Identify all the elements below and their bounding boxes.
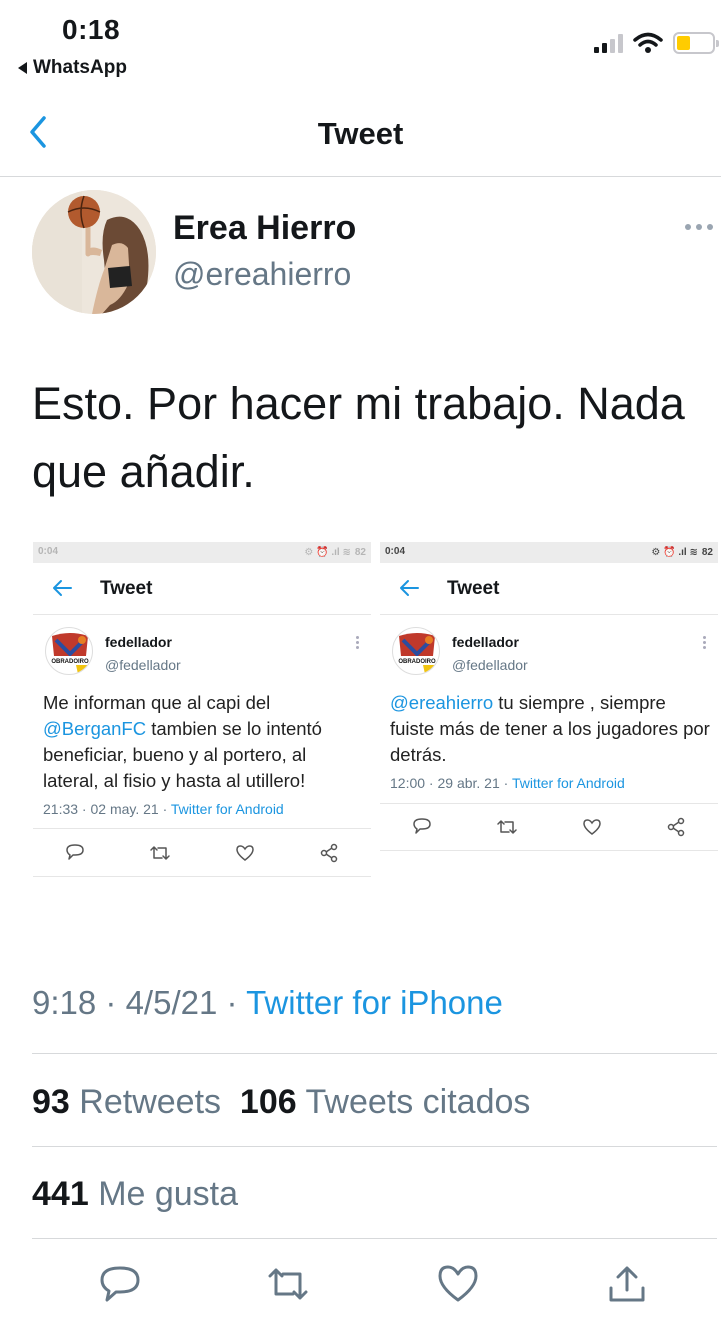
embedded-actions: [380, 810, 718, 844]
tweet-time: 9:18: [32, 984, 97, 1021]
embedded-status-bar: 0:04 ⚙ ⏰ .ıl ≋ 82: [380, 542, 718, 563]
embedded-tweet-text: Me informan que al capi del @BerganFC ta…: [43, 692, 322, 791]
embedded-author-handle: @fedellador: [452, 657, 528, 673]
embedded-more-icon: [703, 636, 706, 649]
meta-separator: ·: [226, 984, 238, 1021]
embedded-author-handle: @fedellador: [105, 657, 181, 673]
svg-text:OBRADOIRO: OBRADOIRO: [51, 659, 89, 665]
embedded-status-time: 0:04: [385, 546, 406, 557]
embedded-screenshot-1[interactable]: 0:04 ⚙ ⏰ .ıl ≋ 82 Tweet OBRADOIRO fedell…: [33, 542, 371, 878]
reply-icon: [66, 844, 84, 860]
embedded-battery: 82: [354, 547, 366, 558]
tweet-source-link[interactable]: Twitter for iPhone: [246, 984, 503, 1021]
tweet-timestamp: 9:18 · 4/5/21 · Twitter for iPhone: [32, 984, 503, 1022]
avatar[interactable]: [32, 190, 156, 314]
embedded-title: Tweet: [447, 578, 500, 599]
share-icon: [320, 843, 338, 863]
back-to-app-link[interactable]: WhatsApp: [18, 57, 127, 79]
obradoiro-logo: OBRADOIRO: [45, 627, 93, 675]
arrow-left-icon: [400, 580, 419, 596]
embedded-status-icons: ⚙ ⏰ .ıl ≋ 82: [304, 547, 366, 558]
embedded-status-bar: 0:04 ⚙ ⏰ .ıl ≋ 82: [33, 542, 371, 563]
back-app-label: WhatsApp: [33, 57, 127, 78]
reply-icon: [413, 818, 431, 834]
embedded-tweet-text: @ereahierro tu siempre , siempre fuiste …: [390, 692, 710, 765]
retweets-stat[interactable]: 93 Retweets: [32, 1083, 221, 1121]
embedded-author-name: fedellador: [452, 634, 519, 650]
status-time: 0:18: [62, 14, 121, 45]
share-icon: [667, 817, 685, 837]
retweet-icon: [497, 820, 517, 834]
arrow-left-icon: [53, 580, 72, 596]
embedded-status-icons: ⚙ ⏰ .ıl ≋ 82: [651, 547, 713, 558]
embedded-author-name: fedellador: [105, 634, 172, 650]
back-triangle-icon: [18, 62, 27, 74]
wifi-icon: [633, 32, 663, 53]
tweet-text: Esto. Por hacer mi trabajo. Nada que aña…: [32, 378, 685, 497]
obradoiro-logo: OBRADOIRO: [392, 627, 440, 675]
like-icon: [583, 819, 601, 835]
battery-icon: [673, 32, 719, 54]
svg-text:OBRADOIRO: OBRADOIRO: [398, 659, 436, 665]
retweet-icon[interactable]: [266, 1262, 310, 1306]
retweet-icon: [150, 846, 170, 860]
embedded-mention: @BerganFC: [43, 718, 147, 739]
author-handle[interactable]: @ereahierro: [173, 256, 351, 293]
quotes-stat[interactable]: 106 Tweets citados: [240, 1083, 530, 1121]
embedded-actions: [33, 836, 371, 870]
avatar-photo: [32, 190, 156, 314]
meta-separator: ·: [105, 984, 117, 1021]
embedded-more-icon: [356, 636, 359, 649]
reply-icon[interactable]: [98, 1262, 142, 1306]
embedded-title: Tweet: [100, 578, 153, 599]
tweet-action-bar: [0, 1262, 721, 1314]
like-icon[interactable]: [436, 1262, 480, 1306]
like-icon: [236, 845, 254, 861]
page-title: Tweet: [317, 116, 404, 151]
embedded-status-time: 0:04: [38, 546, 59, 557]
share-icon[interactable]: [605, 1262, 649, 1306]
embedded-meta: 21:33 · 02 may. 21 · Twitter for Android: [43, 801, 284, 817]
embedded-meta: 12:00 · 29 abr. 21 · Twitter for Android: [390, 775, 625, 791]
nav-bar: Tweet: [0, 100, 721, 177]
likes-stat[interactable]: 441 Me gusta: [32, 1175, 238, 1214]
stats-row: 93 Retweets 106 Tweets citados: [32, 1083, 530, 1122]
tweet-date: 4/5/21: [125, 984, 218, 1021]
cellular-signal-icon: [594, 33, 623, 53]
embedded-battery: 82: [701, 547, 713, 558]
status-icons: [594, 32, 719, 54]
author-name[interactable]: Erea Hierro: [173, 209, 356, 248]
embedded-screenshot-2[interactable]: 0:04 ⚙ ⏰ .ıl ≋ 82 Tweet OBRADOIRO fedell…: [380, 542, 718, 852]
embedded-mention: @ereahierro: [390, 692, 494, 713]
more-options-icon[interactable]: [685, 224, 713, 230]
